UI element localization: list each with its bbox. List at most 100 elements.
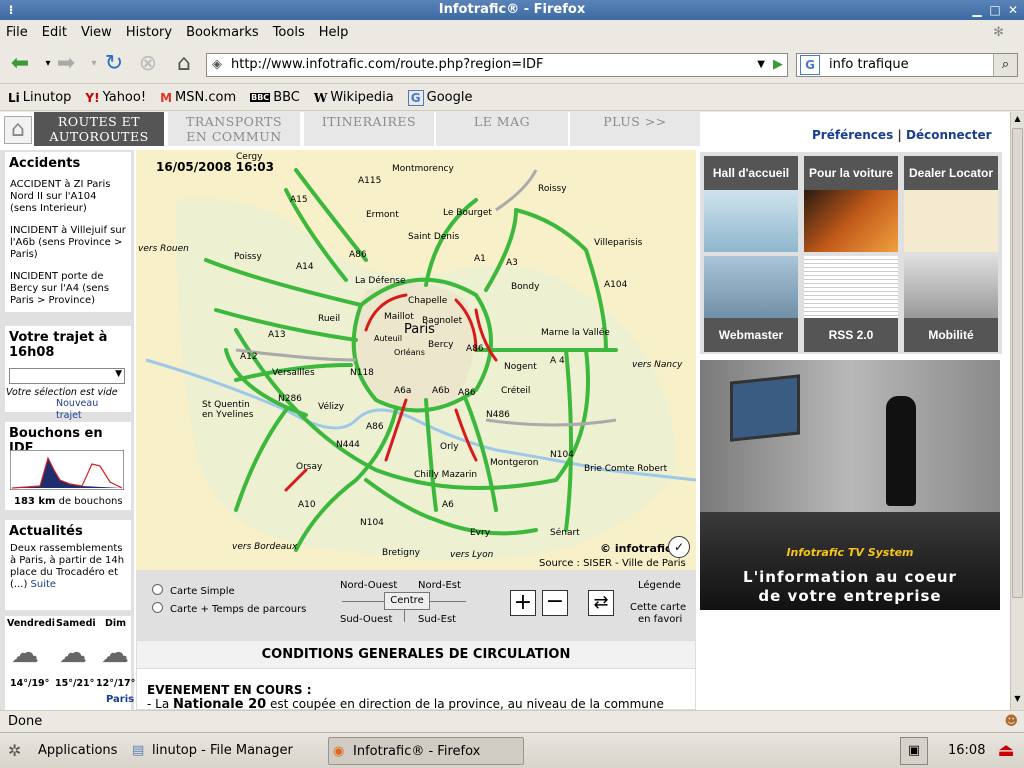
tile-rss[interactable]: RSS 2.0	[804, 256, 898, 352]
home-icon[interactable]: ⌂	[170, 50, 198, 78]
carte-simple-radio[interactable]	[152, 584, 163, 595]
bookmark-wikipedia[interactable]: W Wikipedia	[314, 90, 394, 105]
tile-image	[804, 190, 898, 252]
tile-voiture[interactable]: Pour la voiture	[804, 156, 898, 252]
weather-city-link[interactable]: Paris	[106, 694, 134, 705]
logout-link[interactable]: Déconnecter	[906, 128, 992, 142]
bouchons-graph[interactable]	[10, 450, 124, 490]
menu-history[interactable]: History	[126, 25, 172, 40]
bookmark-linutop[interactable]: Li Linutop	[8, 90, 71, 105]
promo-banner[interactable]: Infotrafic TV System L'information au co…	[700, 360, 1000, 610]
accident-item[interactable]: INCIDENT à Villejuif sur l'A6b (sens Pro…	[5, 223, 131, 263]
msn-icon: M	[160, 90, 173, 105]
taskbar-file-manager[interactable]: ▤ linutop - File Manager	[128, 737, 324, 765]
bouchons-summary: 183 km de bouchons	[9, 494, 128, 510]
tab-label: ITINERAIRES	[321, 114, 417, 129]
tab-transports[interactable]: TRANSPORTS EN COMMUN	[168, 112, 300, 146]
page-scrollbar[interactable]: ▲ ▼	[1010, 112, 1024, 710]
close-icon[interactable]: ✕	[1006, 3, 1020, 17]
menu-view[interactable]: View	[81, 25, 112, 40]
header-links: Préférences | Déconnecter	[812, 128, 992, 142]
traffic-map[interactable]: 16/05/2008 16:03 Cergy Montmorency Roiss…	[136, 150, 696, 570]
actualites-more-link[interactable]: Suite	[31, 579, 57, 590]
nord-ouest-link[interactable]: Nord-Ouest	[340, 580, 397, 591]
addon-icon[interactable]: ☻	[1004, 711, 1018, 733]
preferences-link[interactable]: Préférences	[812, 128, 893, 142]
nord-est-link[interactable]: Nord-Est	[418, 580, 461, 591]
tile-label: RSS 2.0	[804, 318, 898, 352]
menu-help[interactable]: Help	[319, 25, 349, 40]
favorite-link[interactable]: en favori	[638, 614, 682, 625]
menu-tools[interactable]: Tools	[273, 25, 305, 40]
actualites-text: Deux rassemblements à Paris, à partir de…	[5, 541, 131, 593]
search-go-icon[interactable]: ⌕	[993, 54, 1017, 76]
map-label: Marne la Vallée	[541, 328, 610, 338]
map-label: N486	[486, 410, 510, 420]
accident-item[interactable]: INCIDENT porte de Bercy sur l'A4 (sens P…	[5, 269, 131, 309]
tiles-grid: Hall d'accueil Pour la voiture Dealer Lo…	[700, 152, 1002, 354]
trajet-title: Votre trajet à 16h08	[9, 330, 108, 360]
menu-edit[interactable]: Edit	[42, 25, 67, 40]
scroll-thumb[interactable]	[1012, 128, 1023, 598]
sud-est-link[interactable]: Sud-Est	[418, 614, 456, 625]
tab-itineraires[interactable]: ITINERAIRES	[304, 112, 434, 146]
bookmark-bbc[interactable]: BBC BBC	[250, 90, 300, 105]
map-label: A86	[349, 250, 367, 260]
site-home-icon[interactable]: ⌂	[4, 116, 32, 144]
favorite-link[interactable]: Cette carte	[630, 602, 686, 613]
bookmark-yahoo[interactable]: Y! Yahoo!	[85, 90, 146, 105]
tile-webmaster[interactable]: Webmaster	[704, 256, 798, 352]
tab-plus[interactable]: PLUS >>	[570, 112, 700, 146]
map-label: Nogent	[504, 362, 537, 372]
clock[interactable]: 16:08	[948, 733, 985, 768]
site-tabs: ⌂ ROUTES ET AUTOROUTES TRANSPORTS EN COMMU…	[0, 112, 1010, 148]
actualites-title: Actualités	[9, 524, 83, 539]
tile-hall[interactable]: Hall d'accueil	[704, 156, 798, 252]
accidents-title: Accidents	[9, 156, 81, 171]
sud-ouest-link[interactable]: Sud-Ouest	[340, 614, 392, 625]
search-input[interactable]: G info trafique ⌕	[796, 53, 1018, 77]
accident-item[interactable]: ACCIDENT à ZI Paris Nord II sur l'A104 (…	[5, 177, 131, 217]
scroll-down-icon[interactable]: ▼	[1012, 694, 1023, 706]
map-label: Brie Comte Robert	[584, 464, 668, 474]
back-icon[interactable]: ⬅	[6, 50, 34, 78]
zoom-in-button[interactable]: +	[510, 590, 536, 616]
search-engine-icon[interactable]: G	[800, 55, 820, 75]
tile-mobilite[interactable]: Mobilité	[904, 256, 998, 352]
map-label: Vélizy	[318, 402, 345, 412]
forward-icon[interactable]: ➡	[52, 50, 80, 78]
carte-temps-radio[interactable]	[152, 602, 163, 613]
menu-bookmarks[interactable]: Bookmarks	[186, 25, 259, 40]
reload-icon[interactable]: ↻	[100, 50, 128, 78]
tile-dealer[interactable]: Dealer Locator	[904, 156, 998, 252]
new-trajet-link[interactable]: Nouveau trajet	[51, 396, 131, 424]
applications-label: Applications	[38, 743, 118, 758]
tab-mag[interactable]: LE MAG	[436, 112, 568, 146]
weather-day: Vendredi	[7, 618, 56, 629]
zoom-out-button[interactable]: −	[542, 590, 568, 616]
taskbar-firefox[interactable]: ◉ Infotrafic® - Firefox	[328, 737, 524, 765]
stop-icon[interactable]: ⊗	[134, 50, 162, 78]
go-icon[interactable]: ▶	[773, 54, 783, 76]
show-desktop-icon[interactable]: ▣	[900, 737, 928, 765]
url-input[interactable]: ◈ http://www.infotrafic.com/route.php?re…	[206, 53, 788, 77]
tab-routes[interactable]: ROUTES ET AUTOROUTES	[34, 112, 164, 146]
legend-link[interactable]: Légende	[638, 580, 681, 591]
url-dropdown-icon[interactable]: ▼	[757, 54, 765, 76]
bookmark-msn[interactable]: M MSN.com	[160, 90, 236, 105]
applications-menu[interactable]: ✲ Applications	[6, 737, 122, 765]
trajet-select[interactable]: ▼	[9, 368, 125, 384]
window-menu-icon[interactable]: ⁝	[4, 3, 18, 17]
centre-button[interactable]: Centre	[384, 592, 430, 610]
left-sidebar: Accidents ACCIDENT à ZI Paris Nord II su…	[0, 150, 135, 710]
tile-image	[704, 190, 798, 252]
logout-icon[interactable]: ⏏	[994, 739, 1018, 763]
scroll-up-icon[interactable]: ▲	[1012, 114, 1023, 126]
menu-file[interactable]: File	[6, 25, 28, 40]
bookmark-google[interactable]: G Google	[407, 89, 472, 106]
map-label: Ermont	[366, 210, 399, 220]
refresh-map-icon[interactable]: ⇄	[588, 590, 614, 616]
tab-label: TRANSPORTS	[185, 114, 283, 129]
maximize-icon[interactable]: □	[988, 3, 1002, 17]
minimize-icon[interactable]: ▁	[970, 3, 984, 17]
